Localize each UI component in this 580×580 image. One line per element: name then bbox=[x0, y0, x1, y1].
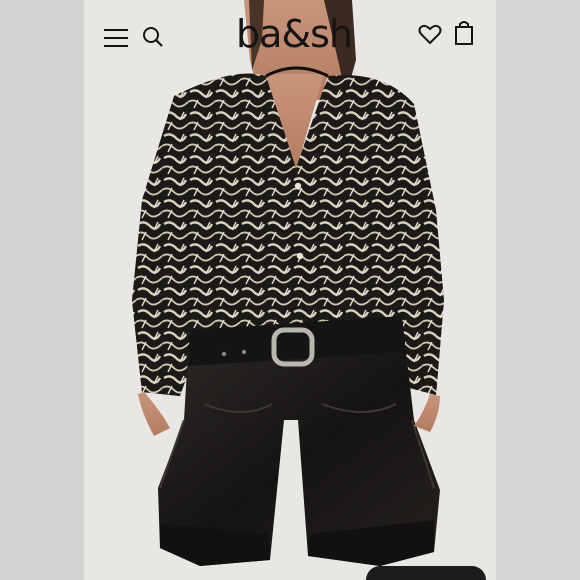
search-icon[interactable] bbox=[142, 26, 164, 48]
menu-icon[interactable] bbox=[104, 28, 128, 48]
brand-logo[interactable]: ba&sh bbox=[224, 10, 364, 58]
site-header: ba&sh bbox=[84, 0, 496, 72]
heart-icon[interactable] bbox=[418, 22, 442, 46]
product-photo bbox=[132, 0, 444, 566]
shopping-bag-icon[interactable] bbox=[454, 20, 474, 46]
bottom-action-bar[interactable] bbox=[366, 566, 486, 580]
right-backdrop bbox=[496, 0, 580, 580]
left-backdrop bbox=[0, 0, 84, 580]
product-screen: ba&sh bbox=[84, 0, 496, 580]
